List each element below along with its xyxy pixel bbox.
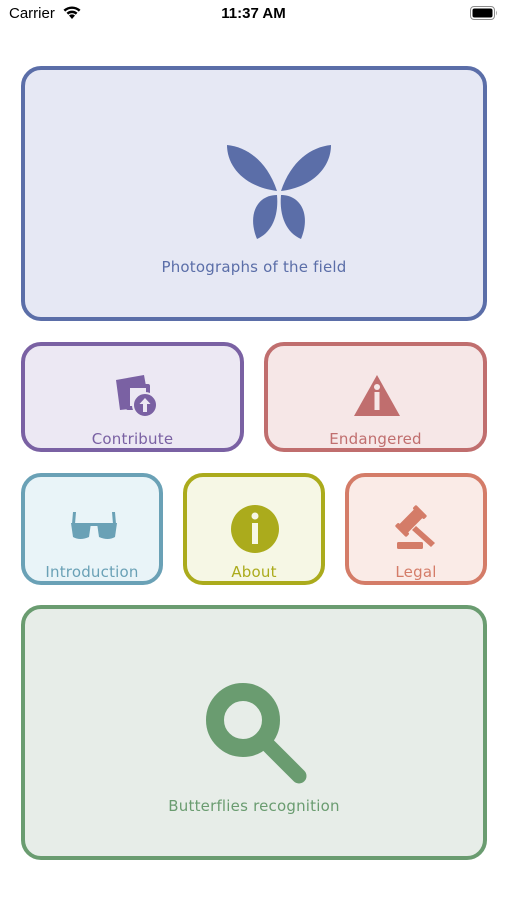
status-bar: Carrier 11:37 AM — [0, 0, 507, 30]
gavel-icon — [395, 505, 435, 549]
clock: 11:37 AM — [221, 5, 286, 22]
introduction-label: Introduction — [45, 563, 139, 581]
photographs-tile[interactable]: Photographs of the field — [21, 66, 487, 321]
glasses-icon — [71, 512, 117, 539]
search-icon — [206, 683, 307, 784]
legal-label: Legal — [395, 563, 437, 581]
recognition-tile[interactable]: Butterflies recognition — [21, 605, 487, 860]
about-tile[interactable]: About — [183, 473, 325, 585]
legal-tile[interactable]: Legal — [345, 473, 487, 585]
about-label: About — [231, 563, 277, 581]
recognition-label: Butterflies recognition — [168, 797, 340, 815]
butterfly-icon — [227, 145, 331, 239]
contribute-label: Contribute — [91, 430, 174, 448]
introduction-tile[interactable]: Introduction — [21, 473, 163, 585]
battery-icon — [470, 6, 497, 20]
endangered-label: Endangered — [329, 430, 422, 448]
upload-photo-icon — [116, 375, 158, 418]
warning-icon — [354, 375, 400, 416]
contribute-tile[interactable]: Contribute — [21, 342, 244, 452]
endangered-tile[interactable]: Endangered — [264, 342, 487, 452]
photographs-label: Photographs of the field — [161, 258, 347, 276]
info-icon — [231, 505, 279, 553]
